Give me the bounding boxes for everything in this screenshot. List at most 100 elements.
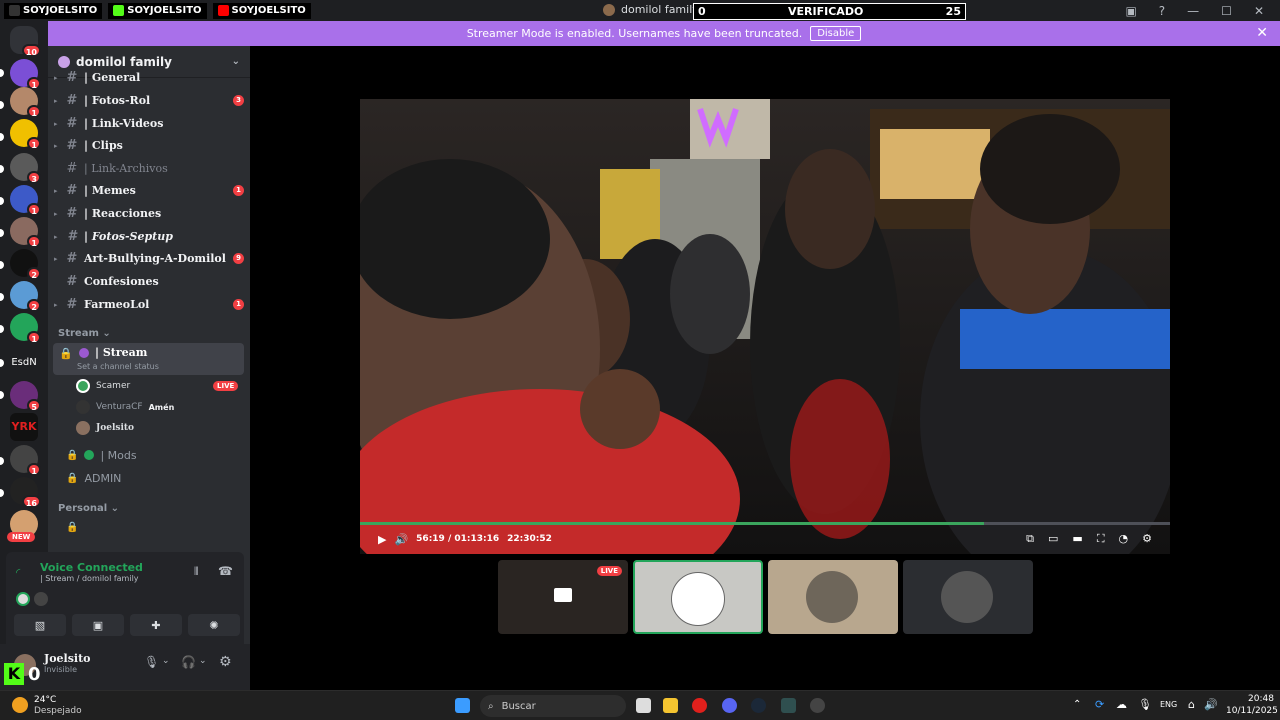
play-icon[interactable]: ▶ bbox=[378, 533, 386, 546]
kick-overlay: K0 bbox=[4, 663, 41, 685]
voice-user[interactable]: Scamer bbox=[76, 379, 130, 393]
clock-date[interactable]: 10/11/2025 bbox=[1226, 706, 1278, 716]
server-icon[interactable]: 2 bbox=[10, 281, 41, 312]
chevron-down-icon[interactable]: ⌄ bbox=[199, 656, 207, 666]
set-status-link[interactable]: Set a channel status bbox=[77, 362, 159, 371]
voice-status[interactable]: Voice Connected bbox=[40, 561, 143, 574]
avatar bbox=[941, 571, 993, 623]
pip-icon[interactable]: ▭ bbox=[1048, 532, 1058, 546]
waveform-icon[interactable]: ⫴ bbox=[194, 565, 199, 579]
server-icon[interactable]: 1 bbox=[10, 445, 41, 476]
voice-channel-stream[interactable]: 🔒 | Stream Set a channel status bbox=[53, 343, 244, 375]
language-indicator[interactable]: ENG bbox=[1160, 700, 1177, 709]
participant-tile-user[interactable] bbox=[768, 560, 898, 634]
fullscreen-icon[interactable]: ⛶ bbox=[1097, 532, 1105, 546]
category-stream[interactable]: Stream ⌄ bbox=[58, 328, 111, 339]
sync-icon[interactable]: ⟳ bbox=[1095, 698, 1104, 711]
server-icon[interactable]: 1 bbox=[10, 119, 41, 150]
stream-video[interactable] bbox=[360, 99, 1170, 554]
disconnect-icon[interactable]: ☎ bbox=[218, 564, 233, 578]
participant-tile-user[interactable] bbox=[633, 560, 763, 634]
server-icon[interactable]: 1 bbox=[10, 217, 41, 248]
channel-personal[interactable]: 🔒 bbox=[54, 516, 244, 538]
taskbar-search[interactable]: ⌕ Buscar bbox=[480, 695, 626, 717]
server-icon[interactable]: 1 bbox=[10, 59, 41, 90]
channel-art-bullying[interactable]: ▸ # Art-Bullying-A-Domilol 9 bbox=[54, 247, 244, 269]
app-icon[interactable] bbox=[781, 698, 796, 713]
network-icon[interactable]: ⌂ bbox=[1188, 698, 1195, 711]
channel-clips[interactable]: ▸ # | Clips bbox=[54, 134, 244, 156]
hash-icon: # bbox=[66, 182, 78, 198]
lock-icon: 🔒 bbox=[66, 472, 79, 484]
weather-temp[interactable]: 24°C bbox=[34, 695, 56, 705]
channel-link-archivos[interactable]: # | Link-Archivos bbox=[54, 157, 244, 179]
steam-icon[interactable] bbox=[751, 698, 766, 713]
server-icon[interactable]: 16 bbox=[10, 477, 41, 508]
channel-farmeolol[interactable]: ▸ # FarmeoLol 1 bbox=[54, 293, 244, 315]
chevron-down-icon[interactable]: ⌄ bbox=[162, 656, 170, 666]
discord-icon[interactable] bbox=[722, 698, 737, 713]
microphone-icon[interactable]: 🎙 bbox=[144, 655, 159, 669]
participant-tile-stream[interactable]: LIVE bbox=[498, 560, 628, 634]
microphone-icon[interactable]: 🎙 bbox=[1138, 698, 1152, 711]
voice-user[interactable]: Joelsito bbox=[76, 421, 134, 435]
channel-link-videos[interactable]: ▸ # | Link-Videos bbox=[54, 112, 244, 134]
weather-desc: Despejado bbox=[34, 706, 82, 716]
server-icon[interactable]: 5 bbox=[10, 381, 41, 412]
disable-button[interactable]: Disable bbox=[810, 26, 862, 41]
server-icon[interactable]: 3 bbox=[10, 153, 41, 184]
hash-icon: # bbox=[66, 70, 78, 84]
gear-icon[interactable]: ⚙ bbox=[1142, 532, 1152, 546]
soundboard-button[interactable]: ✺ bbox=[188, 614, 240, 636]
live-badge: LIVE bbox=[213, 381, 239, 391]
popout-icon[interactable]: ⧉ bbox=[1026, 532, 1034, 546]
badge: 10 bbox=[21, 44, 41, 57]
server-icon[interactable]: 1 bbox=[10, 87, 41, 118]
clock-time[interactable]: 20:48 bbox=[1248, 694, 1274, 704]
screen-share-button[interactable]: ▣ bbox=[72, 614, 124, 636]
channel-mods[interactable]: 🔒 | Mods bbox=[54, 444, 244, 466]
maximize-icon[interactable]: ☐ bbox=[1221, 4, 1232, 18]
channel-reacciones[interactable]: ▸ # | Reacciones bbox=[54, 202, 244, 224]
close-banner-icon[interactable]: ✕ bbox=[1256, 25, 1268, 41]
chevron-up-icon[interactable]: ⌃ bbox=[1073, 699, 1081, 710]
file-explorer-icon[interactable] bbox=[663, 698, 678, 713]
username[interactable]: Joelsito bbox=[44, 652, 91, 665]
inbox-icon[interactable]: ▣ bbox=[1125, 4, 1136, 18]
voice-connected-panel: ◜ Voice Connected | Stream / domilol fam… bbox=[6, 552, 244, 644]
server-esdn[interactable]: EsdN bbox=[10, 349, 38, 377]
channel-fotos-rol[interactable]: ▸ # | Fotos-Rol 3 bbox=[54, 89, 244, 111]
theater-icon[interactable]: ▬ bbox=[1072, 532, 1082, 546]
speaker-icon[interactable]: 🔊 bbox=[1204, 698, 1218, 711]
channel-fotos-septup[interactable]: ▸ # | Fotos-Septup bbox=[54, 225, 244, 247]
close-icon[interactable]: ✕ bbox=[1254, 4, 1264, 18]
channel-general[interactable]: ▸ # | General bbox=[54, 70, 244, 84]
server-yrk[interactable]: YRK bbox=[10, 413, 38, 441]
camera-off-button[interactable]: ▧ bbox=[14, 614, 66, 636]
server-icon[interactable]: 2 bbox=[10, 249, 41, 280]
volume-icon[interactable]: 🔊 bbox=[394, 533, 408, 546]
activity-icon[interactable]: ◔ bbox=[1119, 532, 1129, 546]
minimize-icon[interactable]: — bbox=[1187, 4, 1199, 18]
home-button[interactable]: 10 bbox=[10, 26, 41, 57]
channel-admin[interactable]: 🔒 ADMIN bbox=[54, 467, 244, 489]
voice-location[interactable]: | Stream / domilol family bbox=[40, 574, 139, 583]
channel-confesiones[interactable]: # Confesiones bbox=[54, 270, 244, 292]
task-view-icon[interactable] bbox=[636, 698, 651, 713]
voice-user[interactable]: VenturaCF Amén bbox=[76, 400, 174, 414]
activities-button[interactable]: ✚ bbox=[130, 614, 182, 636]
server-icon[interactable]: 1 bbox=[10, 185, 41, 216]
headphones-icon[interactable]: 🎧 bbox=[181, 655, 196, 669]
channel-memes[interactable]: ▸ # | Memes 1 bbox=[54, 179, 244, 201]
participant-tile-user[interactable] bbox=[903, 560, 1033, 634]
gear-icon[interactable]: ⚙ bbox=[219, 654, 232, 670]
cloud-icon[interactable]: ☁ bbox=[1116, 698, 1127, 711]
opera-icon[interactable] bbox=[692, 698, 707, 713]
help-icon[interactable]: ? bbox=[1159, 4, 1165, 18]
obs-icon[interactable] bbox=[810, 698, 825, 713]
category-personal[interactable]: Personal ⌄ bbox=[58, 503, 119, 514]
weather-icon[interactable] bbox=[12, 697, 28, 713]
windows-start-icon[interactable] bbox=[455, 698, 470, 713]
player-controls: ▶ 🔊 56:19 / 01:13:16 22:30:52 ⧉ ▭ ▬ ⛶ ◔ … bbox=[360, 524, 1170, 554]
server-icon[interactable]: 1 bbox=[10, 313, 41, 344]
